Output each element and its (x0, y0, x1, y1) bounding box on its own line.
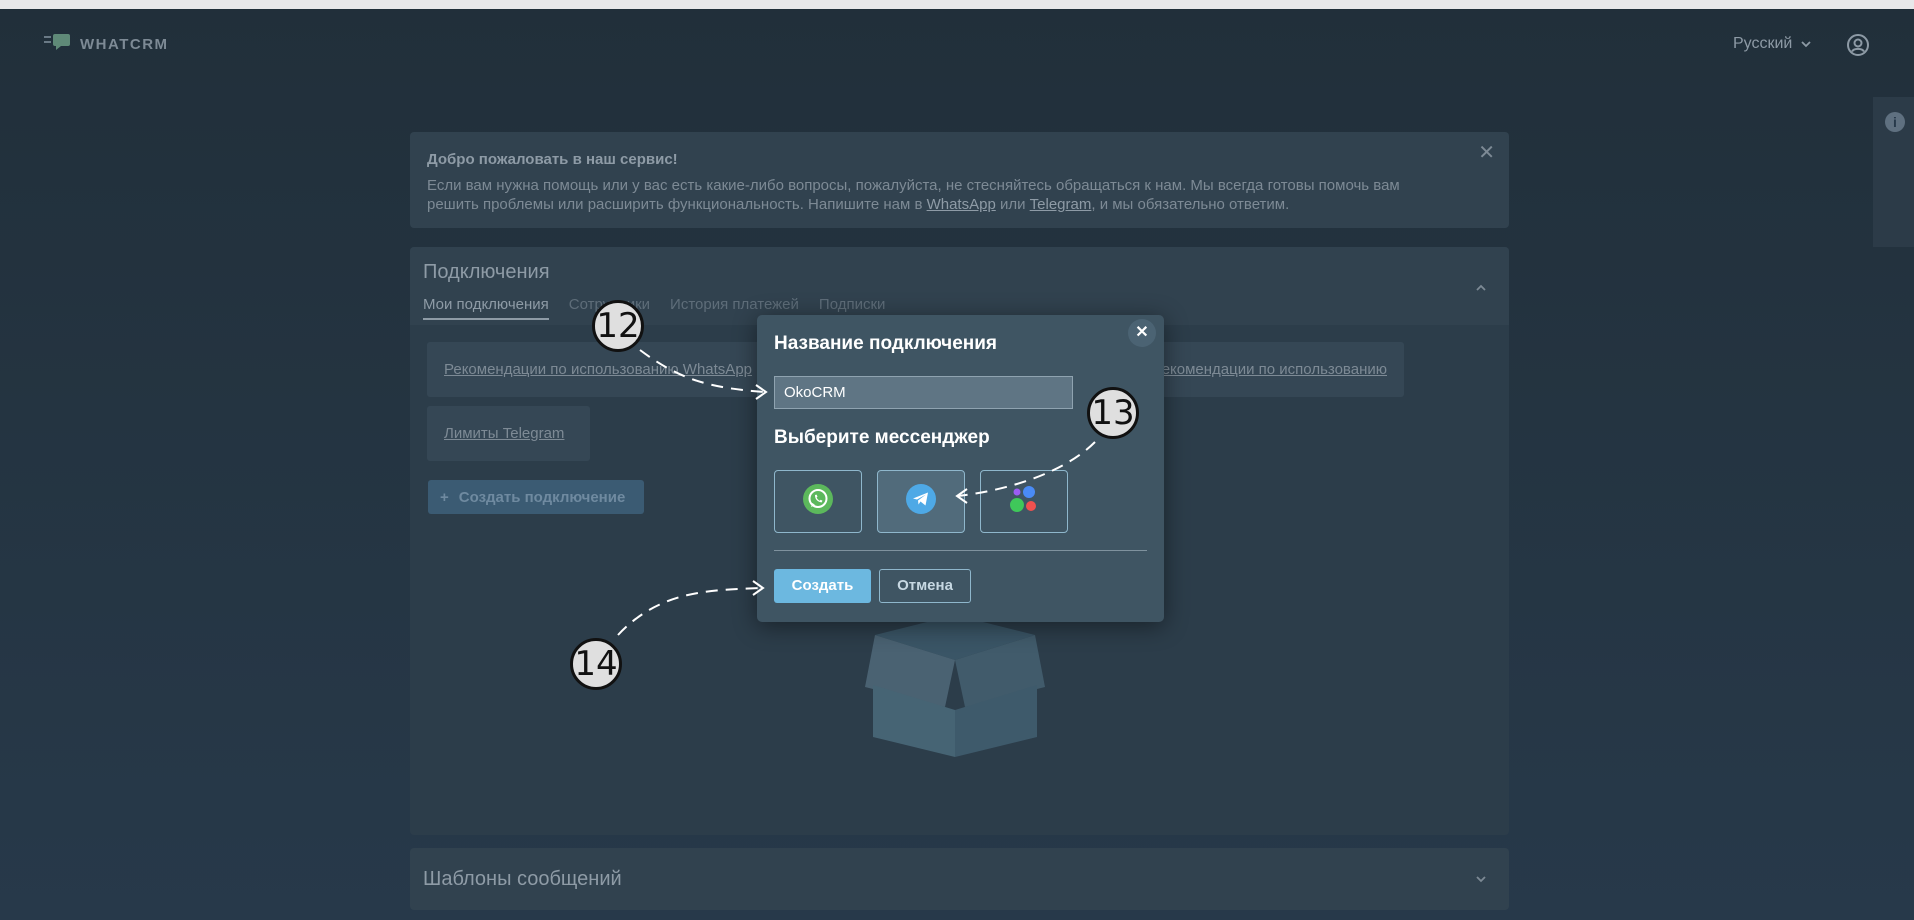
annotation-marker-14: 14 (570, 638, 622, 690)
annotation-marker-13: 13 (1087, 387, 1139, 439)
tutorial-arrows (617, 349, 1096, 636)
annotation-marker-12: 12 (592, 300, 644, 352)
